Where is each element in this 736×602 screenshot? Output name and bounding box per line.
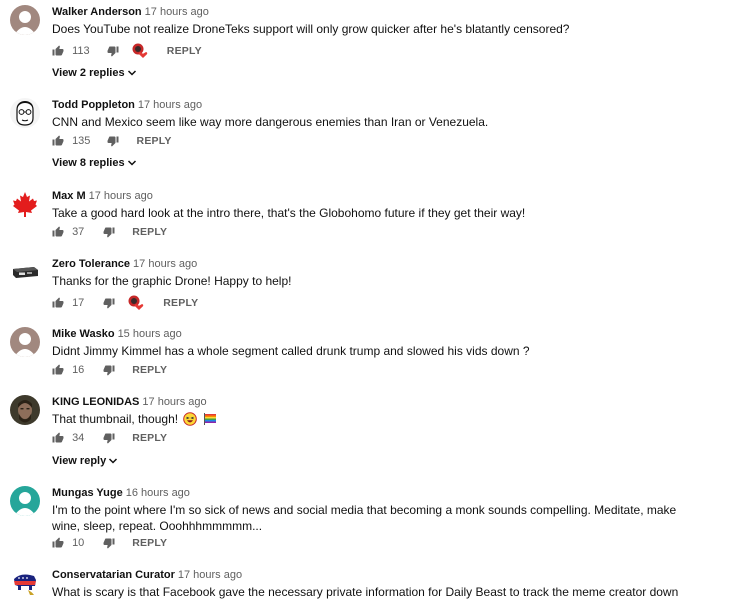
comment-text-content: That thumbnail, though!: [52, 412, 179, 426]
like-count: 16: [72, 364, 85, 377]
reply-button[interactable]: REPLY: [167, 45, 202, 57]
avatar[interactable]: [10, 568, 40, 598]
comment-header: Mike Wasko 15 hours ago: [52, 327, 182, 341]
elephant-icon: [10, 568, 40, 598]
like-count: 10: [72, 537, 85, 550]
like-icon[interactable]: [52, 537, 64, 549]
comment-text: Take a good hard look at the intro there…: [52, 206, 526, 220]
comment-time[interactable]: 17 hours ago: [178, 569, 242, 581]
dislike-icon[interactable]: [103, 297, 115, 309]
photo-avatar-icon: [10, 395, 40, 425]
comment-actions: 37 REPLY: [52, 226, 167, 242]
creator-heart-icon: [128, 295, 144, 311]
avatar[interactable]: [10, 5, 40, 35]
comment-time[interactable]: 17 hours ago: [138, 99, 202, 111]
comment-actions: 16 REPLY: [52, 364, 167, 380]
view-replies-label: View 2 replies: [52, 67, 125, 79]
avatar[interactable]: [10, 189, 40, 219]
view-replies-button[interactable]: View 2 replies: [52, 67, 137, 79]
comment-time[interactable]: 17 hours ago: [89, 190, 153, 202]
dislike-icon[interactable]: [103, 432, 115, 444]
comment-actions: 135 REPLY: [52, 135, 172, 151]
author-name[interactable]: Walker Anderson: [52, 6, 142, 18]
avatar[interactable]: [10, 327, 40, 357]
like-count: 34: [72, 432, 85, 445]
comment-header: Conservatarian Curator 17 hours ago: [52, 568, 242, 582]
like-icon[interactable]: [52, 45, 64, 57]
default-avatar-icon: [10, 486, 40, 516]
reply-button[interactable]: REPLY: [163, 297, 198, 309]
like-count: 135: [72, 135, 91, 148]
avatar[interactable]: [10, 395, 40, 425]
dislike-icon[interactable]: [107, 45, 119, 57]
author-name[interactable]: Mike Wasko: [52, 328, 115, 340]
reply-button[interactable]: REPLY: [132, 432, 167, 444]
comment-header: Max M 17 hours ago: [52, 189, 153, 203]
chevron-down-icon: [127, 160, 136, 166]
comment-text: Didnt Jimmy Kimmel has a whole segment c…: [52, 344, 530, 358]
dislike-icon[interactable]: [103, 537, 115, 549]
comment-text: Thanks for the graphic Drone! Happy to h…: [52, 274, 292, 288]
like-icon[interactable]: [52, 297, 64, 309]
author-name[interactable]: KING LEONIDAS: [52, 396, 139, 408]
chevron-down-icon: [127, 70, 136, 76]
view-replies-label: View reply: [52, 455, 107, 467]
comment-actions: 10 REPLY: [52, 537, 167, 553]
comment-actions: 113 REPLY: [52, 43, 202, 59]
comment-text: What is scary is that Facebook gave the …: [52, 585, 679, 599]
like-count: 113: [72, 45, 90, 57]
like-count: 17: [72, 297, 85, 309]
comment-header: Todd Poppleton 17 hours ago: [52, 98, 202, 112]
device-icon: [10, 257, 40, 287]
default-avatar-icon: [10, 5, 40, 35]
author-name[interactable]: Todd Poppleton: [52, 99, 135, 111]
author-name[interactable]: Zero Tolerance: [52, 258, 130, 270]
dislike-icon[interactable]: [103, 226, 115, 238]
comment-header: Zero Tolerance 17 hours ago: [52, 257, 197, 271]
comment-text: Does YouTube not realize DroneTeks suppo…: [52, 22, 570, 36]
comment-actions: 17 REPLY: [52, 295, 198, 311]
comment-header: KING LEONIDAS 17 hours ago: [52, 395, 207, 409]
comment-time[interactable]: 15 hours ago: [118, 328, 182, 340]
comment-text: CNN and Mexico seem like way more danger…: [52, 115, 489, 129]
comment-header: Walker Anderson 17 hours ago: [52, 5, 209, 19]
like-icon[interactable]: [52, 226, 64, 238]
comment-time[interactable]: 17 hours ago: [145, 6, 209, 18]
dislike-icon[interactable]: [103, 364, 115, 376]
maple-leaf-icon: [10, 189, 40, 219]
chevron-down-icon: [109, 458, 118, 464]
default-avatar-icon: [10, 327, 40, 357]
like-icon[interactable]: [52, 432, 64, 444]
comment-time[interactable]: 17 hours ago: [142, 396, 206, 408]
comment-time[interactable]: 16 hours ago: [126, 487, 190, 499]
reply-button[interactable]: REPLY: [132, 226, 167, 238]
reply-button[interactable]: REPLY: [137, 135, 172, 147]
comment-actions: 34 REPLY: [52, 432, 167, 448]
reply-button[interactable]: REPLY: [132, 364, 167, 376]
author-name[interactable]: Conservatarian Curator: [52, 569, 175, 581]
comment-text: That thumbnail, though!: [52, 411, 712, 427]
comment-header: Mungas Yuge 16 hours ago: [52, 486, 190, 500]
view-replies-button[interactable]: View reply: [52, 455, 118, 467]
like-icon[interactable]: [52, 135, 64, 147]
author-name[interactable]: Max M: [52, 190, 86, 202]
comment-time[interactable]: 17 hours ago: [133, 258, 197, 270]
creator-heart-icon: [132, 43, 148, 59]
author-name[interactable]: Mungas Yuge: [52, 487, 123, 499]
rainbow-flag-emoji-icon: [203, 413, 216, 425]
view-replies-label: View 8 replies: [52, 157, 125, 169]
like-icon[interactable]: [52, 364, 64, 376]
sketched-face-icon: [10, 98, 40, 128]
like-count: 37: [72, 226, 85, 239]
avatar[interactable]: [10, 98, 40, 128]
dislike-icon[interactable]: [107, 135, 119, 147]
comment-text: I'm to the point where I'm so sick of ne…: [52, 503, 677, 533]
avatar[interactable]: [10, 257, 40, 287]
avatar[interactable]: [10, 486, 40, 516]
laughing-face-emoji-icon: [183, 412, 198, 426]
reply-button[interactable]: REPLY: [132, 537, 167, 549]
view-replies-button[interactable]: View 8 replies: [52, 157, 137, 169]
